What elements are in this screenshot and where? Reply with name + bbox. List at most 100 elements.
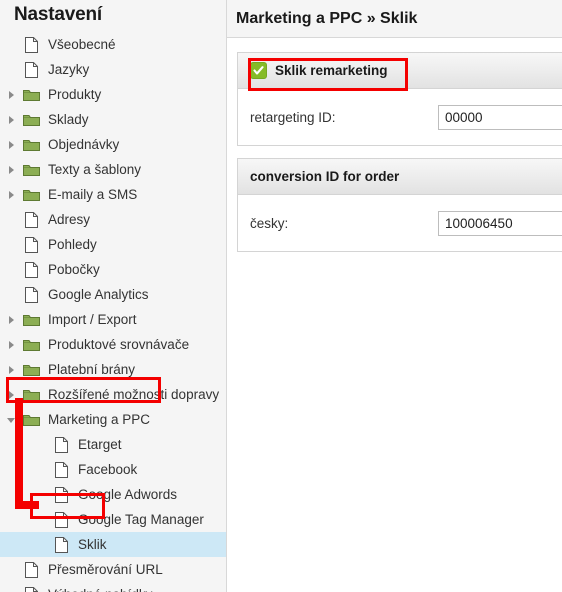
sidebar-item-google-analytics[interactable]: Google Analytics bbox=[0, 282, 226, 307]
sidebar-item-label: Výhodné nabídky bbox=[40, 587, 152, 592]
sidebar-item-adresy[interactable]: Adresy bbox=[0, 207, 226, 232]
settings-sidebar: Nastavení Všeobecné Jazyky Produkty Sklady O… bbox=[0, 0, 227, 592]
sidebar-item-platebn-br-ny[interactable]: Platební brány bbox=[0, 357, 226, 382]
settings-page: Nastavení Všeobecné Jazyky Produkty Sklady O… bbox=[0, 0, 562, 592]
sidebar-item-jazyky[interactable]: Jazyky bbox=[0, 57, 226, 82]
panel-header: conversion ID for order bbox=[238, 159, 562, 195]
page-icon bbox=[22, 36, 40, 54]
sidebar-item-label: Produkty bbox=[48, 87, 102, 102]
panel-title: conversion ID for order bbox=[250, 169, 400, 184]
sidebar-item-label: Facebook bbox=[78, 462, 138, 477]
folder-icon bbox=[22, 411, 40, 429]
page-icon bbox=[22, 561, 40, 579]
sidebar-item-label: Pohledy bbox=[48, 237, 97, 252]
sidebar-item-produktov-srovn-va-e[interactable]: Produktové srovnávače bbox=[0, 332, 226, 357]
folder-icon bbox=[22, 361, 40, 379]
page-icon bbox=[22, 61, 40, 79]
sidebar-item-label: Google Adwords bbox=[78, 487, 178, 502]
page-icon bbox=[22, 286, 40, 304]
sidebar-item-label: Sklady bbox=[48, 112, 89, 127]
chevron-right-icon[interactable] bbox=[6, 314, 18, 326]
field-label: česky: bbox=[250, 215, 289, 231]
chevron-right-icon[interactable] bbox=[6, 389, 18, 401]
sidebar-item-e-maily-a-sms[interactable]: E-maily a SMS bbox=[0, 182, 226, 207]
retargeting-id-input[interactable] bbox=[438, 104, 562, 130]
sidebar-item-label: Rozšířené možnosti dopravy bbox=[48, 387, 220, 402]
sidebar-item-label: Google Analytics bbox=[48, 287, 149, 302]
field-label: retargeting ID: bbox=[250, 109, 336, 125]
sidebar-item-marketing-a-ppc[interactable]: Marketing a PPC bbox=[0, 407, 226, 432]
folder-icon bbox=[22, 186, 40, 204]
sidebar-item-label: Marketing a PPC bbox=[48, 412, 151, 427]
sidebar-item-label: Import / Export bbox=[48, 312, 137, 327]
folder-icon bbox=[22, 86, 40, 104]
sidebar-item-objedn-vky[interactable]: Objednávky bbox=[0, 132, 226, 157]
chevron-right-icon[interactable] bbox=[6, 339, 18, 351]
sidebar-item-p-esm-rov-n-url[interactable]: Přesměrování URL bbox=[0, 557, 226, 582]
sidebar-title: Nastavení bbox=[14, 4, 102, 25]
sidebar-item-v-hodn-nab-dky[interactable]: Výhodné nabídky bbox=[0, 582, 226, 592]
sidebar-item-import-export[interactable]: Import / Export bbox=[0, 307, 226, 332]
chevron-right-icon[interactable] bbox=[6, 89, 18, 101]
chevron-right-icon[interactable] bbox=[6, 164, 18, 176]
panel-body: česky: bbox=[238, 195, 562, 251]
sidebar-item-label: Všeobecné bbox=[48, 37, 116, 52]
sidebar-item-v-eobecn[interactable]: Všeobecné bbox=[0, 32, 226, 57]
folder-icon bbox=[22, 336, 40, 354]
sidebar-item-label: E-maily a SMS bbox=[48, 187, 138, 202]
sidebar-item-texty-a-ablony[interactable]: Texty a šablony bbox=[0, 157, 226, 182]
sidebar-item-label: Adresy bbox=[48, 212, 91, 227]
sidebar-item-sklady[interactable]: Sklady bbox=[0, 107, 226, 132]
sidebar-item-label: Sklik bbox=[78, 537, 107, 552]
page-icon bbox=[22, 211, 40, 229]
checkbox-checked-icon[interactable] bbox=[250, 62, 267, 79]
sidebar-item-etarget[interactable]: Etarget bbox=[0, 432, 226, 457]
page-icon bbox=[22, 261, 40, 279]
sidebar-item-facebook[interactable]: Facebook bbox=[0, 457, 226, 482]
sidebar-item-google-tag-manager[interactable]: Google Tag Manager bbox=[0, 507, 226, 532]
page-icon bbox=[52, 486, 70, 504]
folder-icon bbox=[22, 311, 40, 329]
sidebar-item-label: Etarget bbox=[78, 437, 122, 452]
settings-tree: Všeobecné Jazyky Produkty Sklady Objednávky T… bbox=[0, 32, 226, 592]
page-icon bbox=[22, 586, 40, 592]
main-content: Marketing a PPC » Sklik Sklik remarketin… bbox=[227, 0, 562, 592]
sidebar-item-roz-en-mo-nosti-dopravy[interactable]: Rozšířené možnosti dopravy bbox=[0, 382, 226, 407]
panel-body: retargeting ID: bbox=[238, 89, 562, 145]
chevron-right-icon[interactable] bbox=[6, 114, 18, 126]
chevron-right-icon[interactable] bbox=[6, 364, 18, 376]
sidebar-item-google-adwords[interactable]: Google Adwords bbox=[0, 482, 226, 507]
sidebar-item-label: Google Tag Manager bbox=[78, 512, 204, 527]
folder-icon bbox=[22, 136, 40, 154]
sidebar-item-label: Objednávky bbox=[48, 137, 120, 152]
sidebar-item-sklik[interactable]: Sklik bbox=[0, 532, 226, 557]
sidebar-item-pobo-ky[interactable]: Pobočky bbox=[0, 257, 226, 282]
sidebar-item-label: Produktové srovnávače bbox=[48, 337, 190, 352]
conversion-id-input[interactable] bbox=[438, 210, 562, 236]
sidebar-item-produkty[interactable]: Produkty bbox=[0, 82, 226, 107]
page-icon bbox=[52, 511, 70, 529]
main-header: Marketing a PPC » Sklik bbox=[227, 0, 562, 38]
sidebar-item-pohledy[interactable]: Pohledy bbox=[0, 232, 226, 257]
page-icon bbox=[22, 236, 40, 254]
page-icon bbox=[52, 461, 70, 479]
chevron-right-icon[interactable] bbox=[6, 139, 18, 151]
settings-panels: Sklik remarketing retargeting ID: conversi… bbox=[227, 38, 562, 252]
page-icon bbox=[52, 436, 70, 454]
settings-panel: Sklik remarketing retargeting ID: bbox=[237, 52, 562, 146]
chevron-right-icon[interactable] bbox=[6, 189, 18, 201]
panel-title: Sklik remarketing bbox=[275, 63, 388, 78]
chevron-down-icon[interactable] bbox=[6, 414, 18, 426]
sidebar-item-label: Texty a šablony bbox=[48, 162, 142, 177]
